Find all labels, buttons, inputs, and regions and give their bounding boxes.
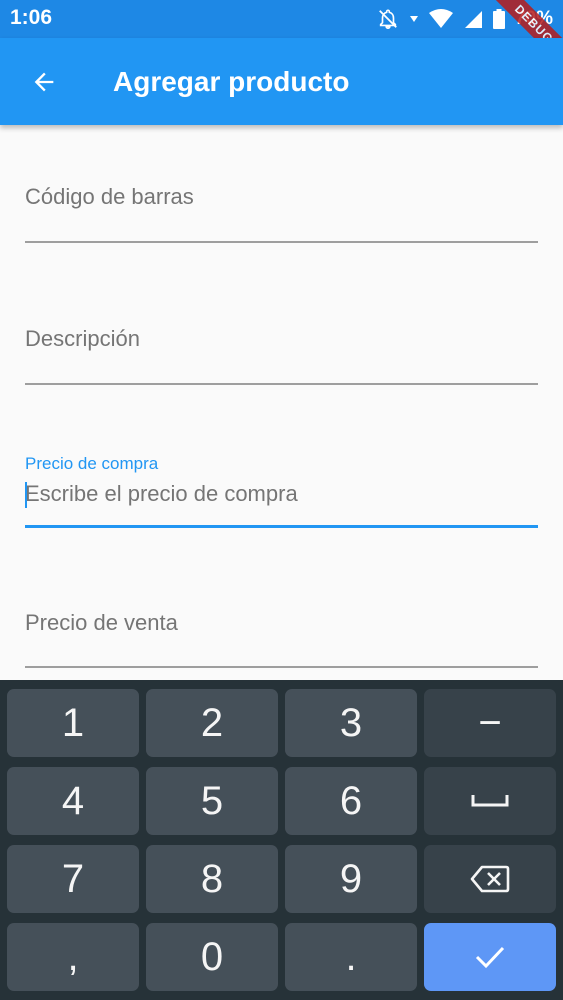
space-icon	[471, 795, 509, 807]
key-5[interactable]: 5	[146, 767, 278, 835]
wifi-icon	[428, 9, 453, 28]
sale-price-field[interactable]: Precio de venta	[25, 596, 538, 671]
description-field[interactable]: Descripción	[25, 312, 538, 387]
purchase-price-label: Precio de compra	[25, 454, 159, 473]
purchase-price-underline	[25, 525, 538, 528]
key-8[interactable]: 8	[146, 845, 278, 913]
backspace-icon	[470, 865, 510, 893]
check-icon	[475, 946, 505, 969]
sale-price-underline	[25, 666, 538, 668]
key-9[interactable]: 9	[285, 845, 417, 913]
barcode-underline	[25, 241, 538, 243]
numeric-keyboard: 1 2 3 − 4 5 6 7 8 9 , 0 .	[0, 680, 563, 1000]
status-bar: 1:06 70% DEBUG	[0, 0, 563, 73]
page-title: Agregar producto	[113, 66, 350, 97]
key-6[interactable]: 6	[285, 767, 417, 835]
sale-price-label: Precio de venta	[25, 610, 178, 635]
app-bar: Agregar producto	[0, 38, 563, 125]
key-space[interactable]	[424, 767, 556, 835]
purchase-price-input[interactable]	[25, 479, 538, 509]
purchase-price-field[interactable]: Precio de compra	[25, 452, 538, 530]
description-underline	[25, 383, 538, 385]
key-7[interactable]: 7	[7, 845, 139, 913]
key-done[interactable]	[424, 923, 556, 991]
key-comma[interactable]: ,	[7, 923, 139, 991]
key-3[interactable]: 3	[285, 689, 417, 757]
description-label: Descripción	[25, 326, 140, 351]
key-0[interactable]: 0	[146, 923, 278, 991]
back-button[interactable]	[20, 58, 68, 106]
key-minus[interactable]: −	[424, 689, 556, 757]
key-period[interactable]: .	[285, 923, 417, 991]
key-4[interactable]: 4	[7, 767, 139, 835]
arrow-back-icon	[34, 72, 54, 92]
cell-signal-icon	[464, 11, 482, 28]
key-1[interactable]: 1	[7, 689, 139, 757]
barcode-field[interactable]: Código de barras	[25, 170, 538, 245]
signal-dropdown-icon	[409, 16, 418, 22]
text-cursor	[25, 482, 27, 508]
key-backspace[interactable]	[424, 845, 556, 913]
battery-icon	[492, 9, 505, 29]
notifications-off-icon	[379, 9, 397, 29]
barcode-label: Código de barras	[25, 184, 194, 209]
status-time: 1:06	[10, 6, 53, 29]
key-2[interactable]: 2	[146, 689, 278, 757]
